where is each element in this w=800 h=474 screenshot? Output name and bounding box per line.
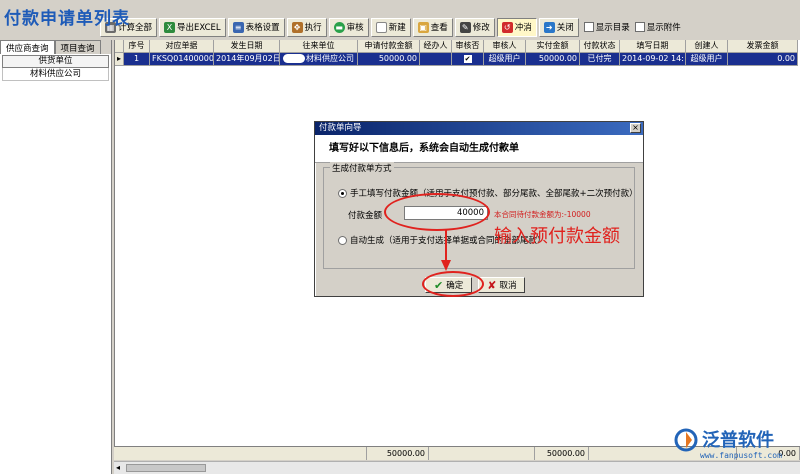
close-button[interactable]: ➜ 关闭 [538, 17, 579, 37]
view-button[interactable]: ▣ 查看 [412, 17, 453, 37]
row-indicator-header [115, 40, 124, 53]
cell-paid-amount: 50000.00 [526, 53, 580, 66]
pending-amount-note: 本合同待付款金额为:-10000 [494, 210, 591, 219]
audit-button[interactable]: ▬ 审核 [328, 17, 369, 37]
check-icon: ✔ [463, 55, 472, 63]
annotation-arrow-icon [441, 230, 451, 271]
dialog-title: 付款单向导 [319, 123, 362, 133]
reverse-button[interactable]: ↺ 冲消 [496, 17, 537, 37]
cancel-button[interactable]: ✘ 取消 [478, 277, 526, 293]
checkbox-box[interactable] [634, 22, 645, 32]
scroll-thumb[interactable] [126, 464, 206, 472]
tab-project-query[interactable]: 项目查询 [54, 40, 101, 54]
radio-manual[interactable] [338, 188, 347, 198]
run-icon: ✥ [291, 21, 303, 33]
show-catalog-checkbox[interactable]: 显示目录 [583, 21, 630, 33]
brand-logo: 泛普软件 www.fanpusoft.com [672, 426, 798, 470]
left-tabs: 供应商查询 项目查询 [0, 40, 111, 54]
partner-name: 材料供应公司 [306, 54, 354, 63]
logo-mark-icon [674, 428, 698, 452]
audit-icon: ▬ [333, 21, 345, 33]
col-header[interactable]: 经办人 [420, 40, 452, 53]
cell-doc: FKSQ0140000016 [150, 53, 214, 66]
col-header[interactable]: 填写日期 [620, 40, 686, 53]
tab-supplier-query[interactable]: 供应商查询 [0, 40, 55, 54]
dialog-heading: 填写好以下信息后，系统会自动生成付款单 [315, 135, 643, 163]
cell-audited: ✔ [452, 53, 484, 66]
footer-apply-total: 50000.00 [367, 447, 429, 460]
col-header[interactable]: 实付金额 [526, 40, 580, 53]
footer-paid-total: 50000.00 [535, 447, 589, 460]
dialog-close-button[interactable]: × [630, 123, 641, 133]
new-button[interactable]: 新建 [370, 17, 411, 37]
col-header[interactable]: 审核否 [452, 40, 484, 53]
tree-header: 供货单位 [2, 55, 109, 68]
show-attachment-checkbox[interactable]: 显示附件 [634, 21, 681, 33]
grid-settings-button[interactable]: ≡ 表格设置 [227, 17, 285, 37]
cell-fill-date: 2014-09-02 14: [620, 53, 686, 66]
edit-button[interactable]: ✎ 修改 [454, 17, 495, 37]
col-header[interactable]: 对应单据 [150, 40, 214, 53]
col-header[interactable]: 审核人 [484, 40, 526, 53]
export-excel-button[interactable]: X 导出EXCEL [159, 17, 226, 37]
annotation-callout: 输入预付款金额 [494, 226, 620, 247]
col-header[interactable]: 创建人 [686, 40, 728, 53]
reverse-icon: ↺ [501, 21, 513, 33]
page-title: 付款申请单列表 [4, 9, 130, 29]
execute-button[interactable]: ✥ 执行 [286, 17, 327, 37]
view-icon: ▣ [417, 21, 429, 33]
col-header[interactable]: 发生日期 [214, 40, 280, 53]
dialog-titlebar[interactable]: 付款单向导 × [315, 122, 643, 135]
toolbar: ▦ 计算全部 X 导出EXCEL ≡ 表格设置 ✥ 执行 ▬ 审核 新建 ▣ 查看 ✎ 修改 … [100, 16, 800, 38]
cross-icon: ✘ [487, 278, 497, 292]
col-header[interactable]: 往来单位 [280, 40, 358, 53]
tree-item-supplier[interactable]: 材料供应公司 [2, 68, 109, 81]
table-row[interactable]: ▸ 1 FKSQ0140000016 2014年09月02日 材料供应公司 50… [115, 53, 800, 66]
col-header[interactable]: 发票金额 [728, 40, 798, 53]
logo-url: www.fanpusoft.com [700, 451, 782, 460]
logo-name: 泛普软件 [702, 430, 774, 451]
col-header[interactable]: 申请付款金额 [358, 40, 420, 53]
cell-date: 2014年09月02日 [214, 53, 280, 66]
new-document-icon [375, 21, 387, 33]
cell-partner: 材料供应公司 [280, 53, 358, 66]
close-door-icon: ➜ [543, 21, 555, 33]
cell-creator: 超级用户 [686, 53, 728, 66]
option-manual-label: 手工填写付款金额（适用于支付预付款、部分尾款、全部尾款+二次预付款） [350, 189, 638, 199]
highlight-ring-ok [422, 271, 484, 297]
option-manual-radio[interactable]: 手工填写付款金额（适用于支付预付款、部分尾款、全部尾款+二次预付款） [338, 187, 638, 199]
group-label: 生成付款单方式 [330, 162, 394, 174]
col-header[interactable]: 付款状态 [580, 40, 620, 53]
grid-settings-icon: ≡ [232, 21, 244, 33]
grid-header-row: 序号 对应单据 发生日期 往来单位 申请付款金额 经办人 审核否 审核人 实付金… [115, 40, 800, 53]
cell-seq: 1 [124, 53, 150, 66]
radio-auto[interactable] [338, 235, 347, 245]
checkbox-box[interactable] [583, 22, 594, 32]
excel-icon: X [164, 21, 176, 33]
footer-spacer [114, 447, 367, 460]
cell-auditor: 超级用户 [484, 53, 526, 66]
cell-apply-amount: 50000.00 [358, 53, 420, 66]
left-panel: 供应商查询 项目查询 供货单位 材料供应公司 [0, 40, 112, 474]
footer-spacer [429, 447, 535, 460]
cell-invoice-amount: 0.00 [728, 53, 798, 66]
cell-handler [420, 53, 452, 66]
edit-icon: ✎ [459, 21, 471, 33]
col-header[interactable]: 序号 [124, 40, 150, 53]
redaction-blob [283, 54, 305, 63]
cell-status: 已付完 [580, 53, 620, 66]
row-pointer-icon: ▸ [115, 53, 124, 66]
highlight-ring-amount [384, 193, 490, 231]
amount-label: 付款金额 [348, 211, 383, 221]
scroll-left-icon[interactable]: ◂ [116, 463, 120, 472]
